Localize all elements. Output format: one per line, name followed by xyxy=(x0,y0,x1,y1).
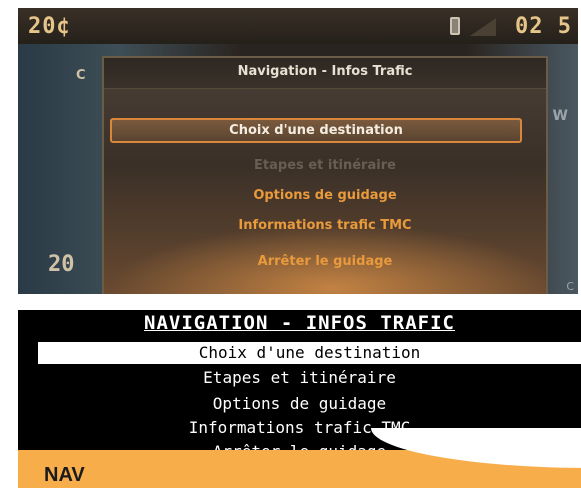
mono-item-destination[interactable]: Choix d'une destination xyxy=(38,342,581,364)
nav-label: NAV xyxy=(44,464,85,486)
side-value: 20 xyxy=(48,252,75,277)
mono-title: NAVIGATION - INFOS TRAFIC xyxy=(144,312,455,334)
menu-item-steps[interactable]: Etapes et itinéraire xyxy=(104,158,546,173)
navigation-menu-panel: Navigation - Infos Trafic Choix d'une de… xyxy=(102,56,548,294)
clock-readout: 02 5 xyxy=(515,14,572,39)
menu-title: Navigation - Infos Trafic xyxy=(237,64,413,79)
color-display: 20¢ 02 5 C 20 W C Navigation - Infos Tra… xyxy=(18,8,578,294)
menu-item-stop-guidance[interactable]: Arrêter le guidage xyxy=(104,254,546,269)
menu-title-bar: Navigation - Infos Trafic xyxy=(104,58,546,89)
menu-item-destination[interactable]: Choix d'une destination xyxy=(110,118,522,143)
side-label: C xyxy=(76,68,86,83)
phone-icon xyxy=(450,17,460,35)
status-bar: 20¢ 02 5 xyxy=(18,8,578,44)
nav-footer-band: NAV xyxy=(18,428,581,488)
signal-icon xyxy=(470,18,496,36)
menu-item-traffic-info[interactable]: Informations trafic TMC xyxy=(104,218,546,233)
menu-item-guidance-options[interactable]: Options de guidage xyxy=(104,188,546,203)
right-indicator: W xyxy=(552,108,568,124)
mono-item-guidance-options[interactable]: Options de guidage xyxy=(18,394,581,413)
temperature-readout: 20¢ xyxy=(28,14,71,39)
mono-item-steps[interactable]: Etapes et itinéraire xyxy=(18,368,581,387)
right-bottom-label: C xyxy=(566,280,574,293)
